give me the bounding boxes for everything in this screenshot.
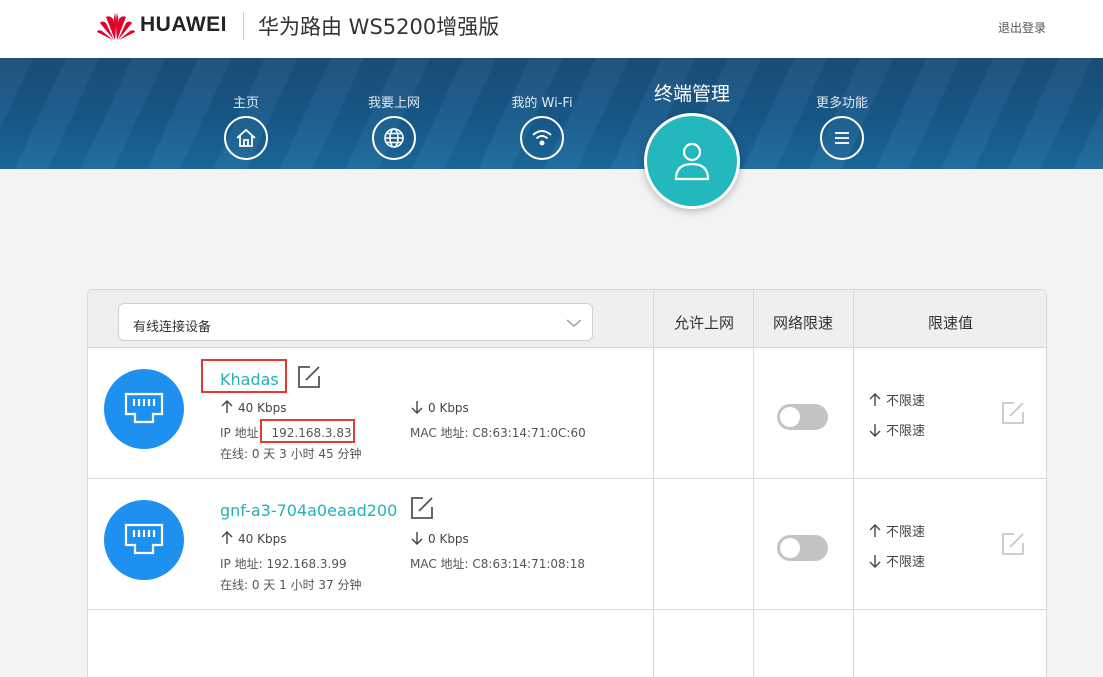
ethernet-port-icon [104,369,184,449]
page-title: 华为路由 WS5200增强版 [258,15,500,39]
online-duration: 在线: 0 天 1 小时 37 分钟 [220,578,362,592]
speed-limit-toggle[interactable] [777,535,828,561]
limit-upload-value: 不限速 [886,394,926,409]
home-icon [224,116,268,160]
limit-upload: 不限速 [868,521,925,540]
nav-wifi[interactable]: 我的 Wi-Fi [492,92,592,160]
ip-label: IP 地址: [220,426,263,440]
arrow-up-icon [221,531,233,544]
nav-more[interactable]: 更多功能 [792,92,892,160]
download-value: 0 Kbps [428,401,469,415]
device-filter-select[interactable]: 有线连接设备 [118,303,593,341]
download-rate: 0 Kbps [410,531,469,546]
column-limit-value: 限速值 [927,314,973,332]
nav-home[interactable]: 主页 [196,92,296,160]
chevron-down-icon [566,319,582,327]
mac-address: MAC 地址: C8:63:14:71:08:18 [410,557,585,571]
column-speed-limit: 网络限速 [772,314,833,332]
download-rate: 0 Kbps [410,400,469,415]
arrow-down-icon [869,424,881,437]
arrow-up-icon [869,524,881,537]
limit-upload: 不限速 [868,390,925,409]
header-divider [243,12,244,40]
toggle-knob [780,407,800,427]
limit-upload-value: 不限速 [886,525,926,540]
upload-value: 40 Kbps [238,401,287,415]
speed-limit-toggle[interactable] [777,404,828,430]
arrow-down-icon [869,555,881,568]
nav-internet-label: 我要上网 [367,96,420,111]
nav-more-label: 更多功能 [815,96,868,111]
limit-download-value: 不限速 [886,424,926,439]
edit-limit-icon[interactable] [1001,401,1025,425]
highlight-box [260,419,355,443]
huawei-logo-icon [97,13,135,40]
main-nav: 主页 我要上网 我的 Wi-Fi 更多功能 [0,58,1103,169]
edit-icon[interactable] [297,365,321,389]
limit-download: 不限速 [868,551,925,570]
top-header: HUAWEI 华为路由 WS5200增强版 退出登录 [0,0,1103,58]
highlight-box [201,359,287,393]
upload-value: 40 Kbps [238,532,287,546]
toggle-knob [780,538,800,558]
wifi-icon [520,116,564,160]
device-table: 有线连接设备 允许上网 网络限速 限速值 Khadas 40 Kbps 0 Kb… [87,289,1047,677]
arrow-up-icon [869,393,881,406]
online-duration: 在线: 0 天 3 小时 45 分钟 [220,447,362,461]
nav-wifi-label: 我的 Wi-Fi [511,96,573,111]
brand-name: HUAWEI [140,13,227,36]
ip-address: IP 地址: 192.168.3.99 [220,555,347,572]
edit-icon[interactable] [410,496,434,520]
column-allow-internet: 允许上网 [673,314,734,332]
ip-label: IP 地址: [220,557,263,571]
nav-home-label: 主页 [232,96,259,111]
nav-internet[interactable]: 我要上网 [344,92,444,160]
download-value: 0 Kbps [428,532,469,546]
nav-device-management[interactable] [644,113,740,209]
globe-icon [372,116,416,160]
nav-device-management-label[interactable]: 终端管理 [632,79,752,106]
user-icon [674,142,710,181]
ip-value: 192.168.3.99 [266,557,347,571]
arrow-up-icon [221,400,233,413]
table-header: 有线连接设备 允许上网 网络限速 限速值 [88,290,1046,348]
limit-download: 不限速 [868,420,925,439]
logout-link[interactable]: 退出登录 [998,19,1046,36]
ethernet-port-icon [104,500,184,580]
upload-rate: 40 Kbps [220,400,286,415]
arrow-down-icon [411,532,423,545]
arrow-down-icon [411,401,423,414]
limit-download-value: 不限速 [886,555,926,570]
upload-rate: 40 Kbps [220,531,286,546]
table-row: gnf-a3-704a0eaad200 40 Kbps 0 Kbps IP 地址… [88,479,1046,610]
table-row: Khadas 40 Kbps 0 Kbps IP 地址: 192.168.3.8… [88,348,1046,479]
menu-icon [820,116,864,160]
device-filter-value: 有线连接设备 [133,320,212,335]
mac-address: MAC 地址: C8:63:14:71:0C:60 [410,426,586,440]
edit-limit-icon[interactable] [1001,532,1025,556]
device-name[interactable]: gnf-a3-704a0eaad200 [220,501,397,520]
